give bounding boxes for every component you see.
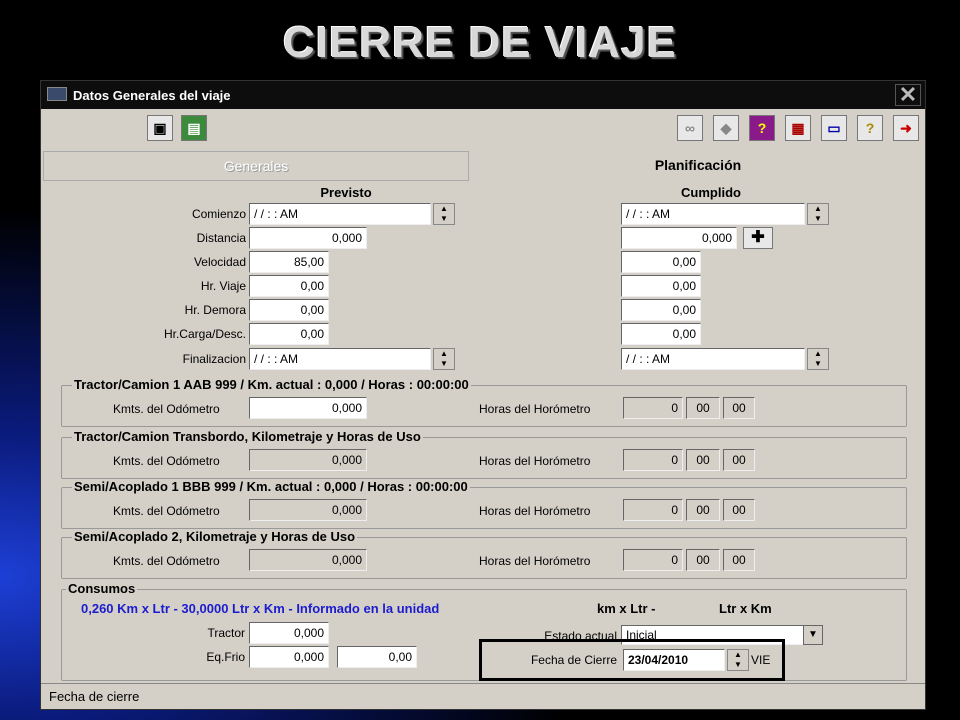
cumplido-hr-viaje-field[interactable]: 0,00 <box>621 275 701 297</box>
window-title: Datos Generales del viaje <box>73 88 231 103</box>
fecha-cierre-label: Fecha de Cierre <box>530 653 617 667</box>
binoculars-icon[interactable]: ∞ <box>677 115 703 141</box>
save-icon[interactable]: ▣ <box>147 115 173 141</box>
minutes-field-1: 00 <box>686 397 720 419</box>
label-distancia: Distancia <box>196 231 246 245</box>
question-icon[interactable]: ? <box>857 115 883 141</box>
hours-field-3: 0 <box>623 499 683 521</box>
status-text: Fecha de cierre <box>49 689 140 704</box>
label-comienzo: Comienzo <box>191 207 246 221</box>
close-button[interactable]: ✕ <box>895 84 921 106</box>
odometer-field-1[interactable]: 0,000 <box>249 397 367 419</box>
previsto-header: Previsto <box>320 185 372 200</box>
minutes-field-2: 00 <box>686 449 720 471</box>
label-hr-demora: Hr. Demora <box>184 303 246 317</box>
label-horas: Horas del Horómetro <box>479 504 591 518</box>
eqfrio-consumption-field[interactable]: 0,000 <box>249 646 329 668</box>
previsto-hr-viaje-field[interactable]: 0,00 <box>249 275 329 297</box>
monitor-icon[interactable]: ▤ <box>181 115 207 141</box>
previsto-distancia-field[interactable]: 0,000 <box>249 227 367 249</box>
cumplido-hr-demora-field[interactable]: 0,00 <box>621 299 701 321</box>
previsto-finalizacion-field[interactable]: / / : : AM <box>249 348 431 370</box>
cumplido-finalizacion-field[interactable]: / / : : AM <box>621 348 805 370</box>
label-kmts: Kmts. del Odómetro <box>113 402 220 416</box>
label-horas: Horas del Horómetro <box>479 454 591 468</box>
label-finalizacion: Finalizacion <box>182 352 246 366</box>
fecha-cierre-spinner[interactable]: ▲ ▼ <box>727 649 749 671</box>
tractor-consumption-field[interactable]: 0,000 <box>249 622 329 644</box>
group-title: Tractor/Camion Transbordo, Kilometraje y… <box>72 429 423 444</box>
fecha-cierre-field[interactable]: 23/04/2010 <box>623 649 725 671</box>
label-horas: Horas del Horómetro <box>479 402 591 416</box>
consumption-info: 0,260 Km x Ltr - 30,0000 Ltr x Km - Info… <box>81 601 440 616</box>
previsto-finalizacion-spinner[interactable]: ▲ ▼ <box>433 348 455 370</box>
km-x-ltr-label: km x Ltr - <box>597 601 656 616</box>
label-kmts: Kmts. del Odómetro <box>113 454 220 468</box>
previsto-hr-carga-field[interactable]: 0,00 <box>249 323 329 345</box>
cumplido-velocidad-field[interactable]: 0,00 <box>621 251 701 273</box>
exit-icon[interactable]: ➜ <box>893 115 919 141</box>
help-box-icon[interactable]: ? <box>749 115 775 141</box>
eqfrio-hours-field[interactable]: 0,00 <box>337 646 417 668</box>
day-of-week: VIE <box>751 653 771 667</box>
cumplido-distancia-field[interactable]: 0,000 <box>621 227 737 249</box>
label-kmts: Kmts. del Odómetro <box>113 554 220 568</box>
cumplido-header: Cumplido <box>681 185 741 200</box>
seconds-field-4: 00 <box>723 549 755 571</box>
minutes-field-3: 00 <box>686 499 720 521</box>
group-title: Semi/Acoplado 2, Kilometraje y Horas de … <box>72 529 358 544</box>
label-hr-carga: Hr.Carga/Desc. <box>163 327 246 341</box>
hours-field-4: 0 <box>623 549 683 571</box>
window-titlebar: Datos Generales del viaje ✕ <box>41 81 925 109</box>
tab-generales[interactable]: Generales <box>43 151 469 181</box>
previsto-comienzo-spinner[interactable]: ▲ ▼ <box>433 203 455 225</box>
trip-data-window: Datos Generales del viaje ✕ ▣ ▤ ∞ ◆ ? ▦ … <box>40 80 926 710</box>
calculator-icon[interactable]: ▭ <box>821 115 847 141</box>
slide-title: CIERRE DE VIAJE <box>283 18 677 67</box>
cumplido-comienzo-spinner[interactable]: ▲ ▼ <box>807 203 829 225</box>
seconds-field-1: 00 <box>723 397 755 419</box>
hours-field-2: 0 <box>623 449 683 471</box>
cumplido-comienzo-field[interactable]: / / : : AM <box>621 203 805 225</box>
tractor-label: Tractor <box>207 626 245 640</box>
label-kmts: Kmts. del Odómetro <box>113 504 220 518</box>
previsto-velocidad-field[interactable]: 85,00 <box>249 251 329 273</box>
app-icon <box>47 87 67 101</box>
seconds-field-3: 00 <box>723 499 755 521</box>
ltr-x-km-label: Ltr x Km <box>719 601 772 616</box>
cumplido-hr-carga-field[interactable]: 0,00 <box>621 323 701 345</box>
toolbar: ▣ ▤ ∞ ◆ ? ▦ ▭ ? ➜ <box>41 111 925 147</box>
status-bar: Fecha de cierre <box>41 683 925 709</box>
odometer-field-3: 0,000 <box>249 499 367 521</box>
hours-field-1: 0 <box>623 397 683 419</box>
label-velocidad: Velocidad <box>193 255 246 269</box>
eqfrio-label: Eq.Frio <box>206 650 245 664</box>
label-hr-viaje: Hr. Viaje <box>200 279 246 293</box>
chevron-down-icon[interactable]: ▼ <box>803 625 823 645</box>
tab-planificacion[interactable]: Planificación <box>473 151 923 181</box>
previsto-hr-demora-field[interactable]: 0,00 <box>249 299 329 321</box>
tag-icon[interactable]: ◆ <box>713 115 739 141</box>
consumos-title: Consumos <box>66 581 138 596</box>
label-horas: Horas del Horómetro <box>479 554 591 568</box>
odometer-field-2: 0,000 <box>249 449 367 471</box>
odometer-field-4: 0,000 <box>249 549 367 571</box>
cumplido-finalizacion-spinner[interactable]: ▲ ▼ <box>807 348 829 370</box>
group-title: Tractor/Camion 1 AAB 999 / Km. actual : … <box>72 377 471 392</box>
tabs: Generales Planificación <box>43 151 923 181</box>
grid-icon[interactable]: ▦ <box>785 115 811 141</box>
group-title: Semi/Acoplado 1 BBB 999 / Km. actual : 0… <box>72 479 470 494</box>
add-distance-button[interactable]: ✚ <box>743 227 773 249</box>
seconds-field-2: 00 <box>723 449 755 471</box>
previsto-comienzo-field[interactable]: / / : : AM <box>249 203 431 225</box>
minutes-field-4: 00 <box>686 549 720 571</box>
